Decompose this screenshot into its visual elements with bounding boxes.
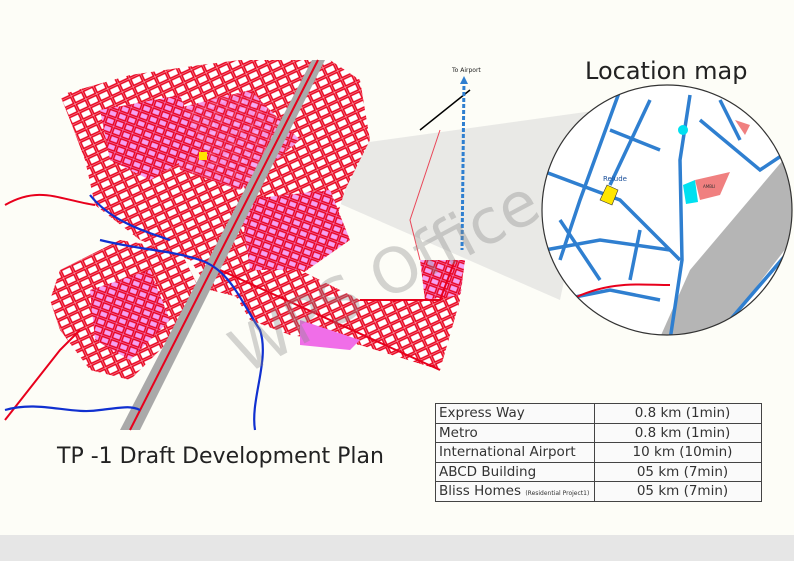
- table-row: ABCD Building 05 km (7min): [435, 461, 762, 482]
- distance-cell: 0.8 km (1min): [594, 422, 762, 443]
- distance-cell: 05 km (7min): [594, 481, 762, 502]
- to-airport-label: To Airport: [451, 67, 481, 74]
- arrow-up-icon: [460, 76, 468, 84]
- distance-table: Express Way 0.8 km (1min) Metro 0.8 km (…: [435, 403, 762, 502]
- location-map-circle[interactable]: Relude AMBLI: [540, 85, 794, 360]
- distance-cell: 10 km (10min): [594, 442, 762, 463]
- place-cell: ABCD Building: [435, 461, 595, 482]
- place-cell: Metro: [435, 422, 595, 443]
- place-name: Bliss Homes: [439, 483, 522, 500]
- site-logo-label: Relude: [603, 175, 627, 183]
- distance-cell: 05 km (7min): [594, 461, 762, 482]
- table-row: International Airport 10 km (10min): [435, 442, 762, 463]
- site-marker[interactable]: [199, 152, 207, 160]
- place-cell: Bliss Homes (Residential Project1): [435, 481, 595, 502]
- table-row: Bliss Homes (Residential Project1) 05 km…: [435, 481, 762, 502]
- distance-cell: 0.8 km (1min): [594, 403, 762, 424]
- plan-title: TP -1 Draft Development Plan: [57, 444, 384, 469]
- place-cell: Express Way: [435, 403, 595, 424]
- place-note: (Residential Project1): [525, 490, 590, 498]
- landmark-label: AMBLI: [703, 184, 715, 189]
- table-row: Express Way 0.8 km (1min): [435, 403, 762, 424]
- place-cell: International Airport: [435, 442, 595, 463]
- table-row: Metro 0.8 km (1min): [435, 422, 762, 443]
- location-map-title: Location map: [585, 57, 748, 85]
